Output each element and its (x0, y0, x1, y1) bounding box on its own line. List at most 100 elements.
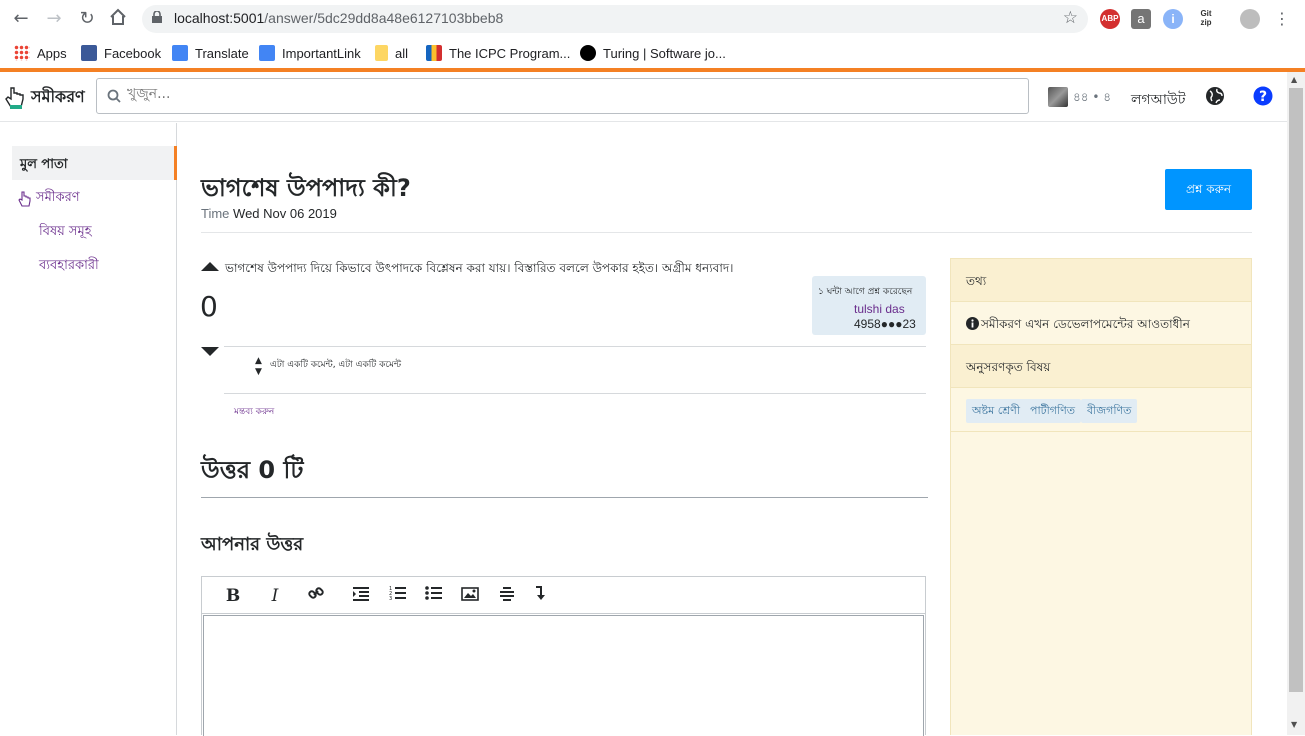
your-answer-heading: আপনার উত্তর (201, 534, 304, 555)
pointing-hand-icon (18, 190, 31, 207)
home-icon[interactable] (107, 8, 129, 30)
sidebar-item-users[interactable]: ব্যবহারকারী (39, 256, 99, 277)
time-value: Wed Nov 06 2019 (233, 206, 337, 221)
info-text: সমীকরণ এখন ডেভেলাপমেন্টের আওতাধীন (981, 317, 1190, 331)
forward-icon[interactable]: → (43, 8, 65, 30)
answers-heading-prefix: উত্তর (201, 456, 251, 484)
bookmark-star-icon[interactable]: ☆ (1063, 8, 1078, 28)
bookmark-translate[interactable]: Translate (172, 44, 249, 62)
back-icon[interactable]: ← (10, 8, 32, 30)
scroll-up-icon[interactable]: ▲ (1291, 75, 1297, 84)
bookmark-label: Apps (37, 45, 67, 61)
brand-logo[interactable]: সমীকরণ (5, 84, 85, 111)
bookmark-label: Facebook (104, 45, 162, 61)
italic-icon[interactable]: I (264, 585, 286, 607)
bookmark-label: all (395, 45, 409, 61)
turing-icon (580, 45, 596, 61)
sidebar-item-label: সমীকরণ (36, 190, 80, 205)
answer-count: 0 (258, 456, 276, 484)
vote-count: 0 (200, 290, 218, 323)
info-heading: তথ্য (951, 259, 1251, 302)
answer-editor: B I 123 (201, 576, 926, 736)
search-box[interactable] (96, 78, 1029, 114)
app-header: সমীকরণ ৪৪ • ৪ লগআউট ? (0, 72, 1287, 122)
asked-time: ১ ঘন্টা আগে প্রশ্ন করেছেন (818, 287, 913, 297)
bold-icon[interactable]: B (222, 585, 244, 607)
answer-textarea[interactable] (203, 615, 924, 736)
divider (224, 393, 926, 394)
info-icon (966, 317, 979, 330)
comment-vote-icons[interactable]: ▲ ▼ (255, 356, 262, 378)
info-panel: তথ্য সমীকরণ এখন ডেভেলাপমেন্টের আওতাধীন অ… (950, 258, 1252, 735)
bookmark-icpc[interactable]: The ICPC Program... (426, 44, 570, 62)
globe-icon[interactable] (1205, 86, 1225, 106)
bookmarks-bar: Apps Facebook Translate ImportantLink al… (0, 38, 1305, 68)
search-input[interactable] (127, 86, 1007, 102)
apps-grid-icon (14, 45, 30, 61)
left-sidebar: মুল পাতা সমীকরণ বিষয় সমূহ ব্যবহারকারী (0, 123, 177, 735)
comment-text: এটা একটি কমেন্ট, এটা একটি কমেন্ট (270, 360, 402, 370)
bookmark-turing[interactable]: Turing | Software jo... (580, 44, 726, 62)
facebook-icon (81, 45, 97, 61)
bookmark-label: The ICPC Program... (449, 45, 571, 61)
sidebar-item-home[interactable]: মুল পাতা (12, 146, 177, 180)
bookmark-importantlink[interactable]: ImportantLink (259, 44, 361, 62)
avatar[interactable] (1048, 87, 1068, 107)
bookmark-all[interactable]: all (375, 44, 408, 62)
translate-icon (172, 45, 188, 61)
logout-link[interactable]: লগআউট (1131, 88, 1185, 112)
bookmark-label: Turing | Software jo... (603, 45, 726, 61)
adblock-icon[interactable]: ABP (1100, 9, 1120, 29)
owner-card: ১ ঘন্টা আগে প্রশ্ন করেছেন tulshi das 495… (812, 276, 926, 335)
image-icon[interactable] (459, 585, 481, 607)
svg-text:3: 3 (389, 596, 392, 601)
pointing-hand-icon (5, 86, 24, 109)
time-label: Time (201, 206, 230, 221)
owner-name-link[interactable]: tulshi das (854, 302, 905, 316)
tag-chip[interactable]: অষ্টম শ্রেণী (966, 399, 1026, 423)
bookmark-label: Translate (195, 45, 249, 61)
owner-reputation: 4958●●●23 (854, 317, 916, 331)
ordered-list-icon[interactable]: 123 (387, 585, 409, 607)
gitzip-icon[interactable]: Git zip (1196, 9, 1216, 29)
bookmark-apps[interactable]: Apps (14, 44, 67, 62)
sidebar-item-brand[interactable]: সমীকরণ (18, 188, 80, 209)
tag-chip[interactable]: বীজগণিত (1081, 399, 1138, 423)
divider (201, 497, 928, 498)
docs-icon (259, 45, 275, 61)
reload-icon[interactable]: ↻ (76, 8, 98, 30)
link-icon[interactable] (305, 585, 327, 607)
user-reputation: ৪৪ • ৪ (1073, 90, 1112, 104)
page-scrollbar[interactable]: ▲ ▼ (1287, 72, 1305, 735)
help-icon[interactable]: ? (1253, 86, 1273, 106)
info-extension-icon[interactable]: i (1163, 9, 1183, 29)
upvote-icon[interactable] (201, 262, 219, 271)
url-text: localhost:5001/answer/5dc29dd8a48e612710… (174, 10, 504, 26)
align-center-icon[interactable] (496, 585, 518, 607)
indent-icon[interactable] (350, 585, 372, 607)
sidebar-item-topics[interactable]: বিষয় সমূহ (39, 222, 92, 243)
address-bar[interactable]: localhost:5001/answer/5dc29dd8a48e612710… (142, 5, 1088, 33)
answers-heading: উত্তর 0 টি (201, 452, 303, 492)
scroll-down-icon[interactable]: ▼ (1291, 720, 1297, 729)
browser-toolbar: ← → ↻ localhost:5001/answer/5dc29dd8a48e… (0, 0, 1305, 38)
divider (201, 232, 1252, 233)
ask-question-button[interactable]: প্রশ্ন করুন (1165, 169, 1252, 210)
bullet-list-icon[interactable] (423, 585, 445, 607)
add-comment-link[interactable]: মন্তব্য করুন (234, 404, 274, 419)
answers-heading-suffix: টি (283, 456, 304, 484)
menu-kebab-icon[interactable]: ⋮ (1271, 8, 1293, 30)
info-row: সমীকরণ এখন ডেভেলাপমেন্টের আওতাধীন (951, 302, 1251, 345)
bookmark-facebook[interactable]: Facebook (81, 44, 161, 62)
scrollbar-thumb[interactable] (1289, 88, 1303, 692)
followed-topics-heading: অনুসরণকৃত বিষয় (951, 345, 1251, 388)
downvote-icon[interactable] (201, 347, 219, 356)
search-icon (107, 89, 121, 103)
line-break-icon[interactable] (529, 585, 551, 607)
amazon-assistant-icon[interactable]: a (1131, 9, 1151, 29)
bookmark-label: ImportantLink (282, 45, 361, 61)
profile-icon[interactable] (1240, 9, 1260, 29)
question-body: ভাগশেষ উপপাদ্য দিয়ে কিভাবে উৎপাদকে বিশ্… (225, 261, 734, 275)
folder-icon (375, 45, 388, 61)
tag-chip[interactable]: পাটীগণিত (1024, 399, 1082, 423)
